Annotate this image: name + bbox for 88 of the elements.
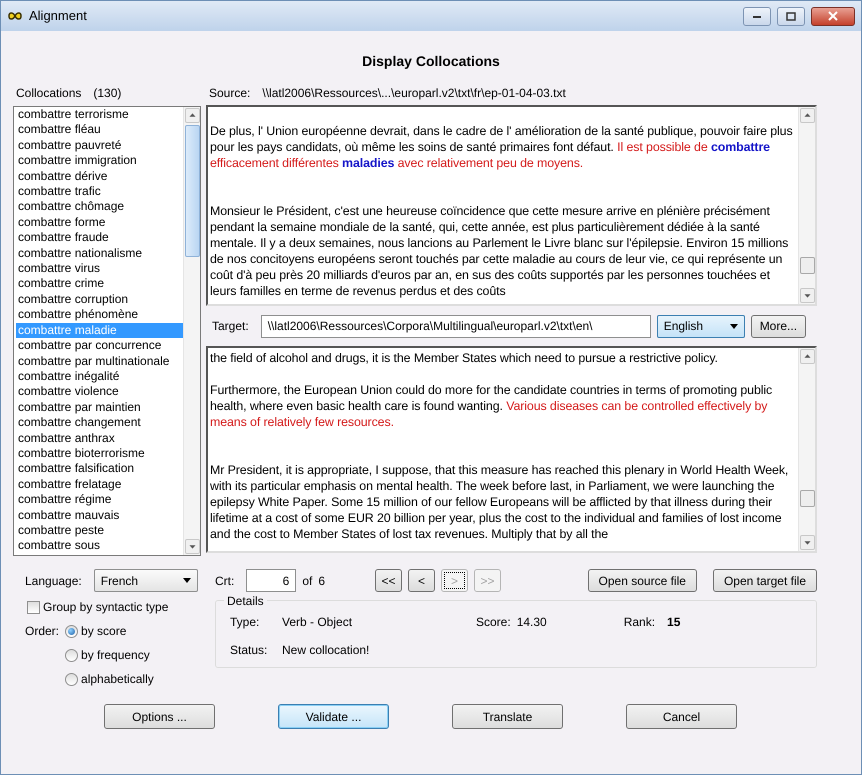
collocation-item[interactable]: combattre crime	[16, 276, 183, 292]
collocations-count: (130)	[93, 85, 122, 102]
dialog-heading: Display Collocations	[361, 52, 501, 71]
scroll-up-icon[interactable]	[800, 108, 815, 123]
dialog-button[interactable]: Validate ...	[278, 704, 389, 729]
rank-label: Rank:	[624, 614, 656, 631]
scroll-down-icon[interactable]	[185, 539, 200, 554]
scroll-up-icon[interactable]	[185, 108, 200, 123]
scrollbar-thumb[interactable]	[800, 490, 815, 507]
collocation-item[interactable]: combattre fraude	[16, 230, 183, 246]
collocation-item[interactable]: combattre pauvreté	[16, 138, 183, 154]
scroll-down-icon[interactable]	[800, 535, 815, 550]
collocation-item[interactable]: combattre phénomène	[16, 307, 183, 323]
collocation-item[interactable]: combattre immigration	[16, 153, 183, 169]
collocations-label: Collocations	[16, 85, 82, 102]
maximize-icon	[786, 12, 796, 20]
maximize-button[interactable]	[777, 6, 805, 26]
collocation-item[interactable]: combattre trafic	[16, 184, 183, 200]
open-file-button[interactable]: Open source file	[588, 569, 697, 592]
language-dropdown[interactable]: French	[94, 569, 198, 592]
paragraph: De plus, l' Union européenne devrait, dans le cadre de l' amélioration de la santé publique, pouvoir faire plus pour les pays candidats, où même les soins de santé primaires font défaut. Il est possible de combattre efficacement différentes maladies avec relativement peu de moyens.	[210, 123, 794, 171]
collocation-item[interactable]: combattre chômage	[16, 199, 183, 215]
paragraph: the field of alcohol and drugs, it is the Member States which need to pursue a restrictive policy.	[210, 350, 719, 366]
close-button[interactable]	[811, 6, 855, 26]
collocation-item[interactable]: combattre dérive	[16, 168, 183, 184]
collocation-item[interactable]: combattre terrorisme	[16, 107, 183, 122]
collocation-item[interactable]: combattre virus	[16, 261, 183, 276]
dialog-button[interactable]: Options ...	[104, 704, 215, 729]
status-label: Status:	[230, 642, 268, 659]
status-value: New collocation!	[282, 642, 370, 659]
collocation-item[interactable]: combattre sous	[16, 538, 183, 554]
caret-icon	[182, 578, 191, 583]
collocation-item[interactable]: combattre nationalisme	[16, 246, 183, 262]
collocation-item[interactable]: combattre changement	[16, 415, 183, 431]
source-label: Source:	[209, 85, 250, 102]
collocation-item[interactable]: combattre anthrax	[16, 430, 183, 446]
collocation-item[interactable]: combattre par multinationale	[16, 354, 183, 369]
collocation-item[interactable]: combattre inégalité	[16, 368, 183, 384]
collocation-item[interactable]: combattre par concurrence	[16, 338, 183, 354]
minimize-icon	[752, 13, 762, 19]
scrollbar-thumb[interactable]	[800, 257, 815, 274]
paragraph: Monsieur le Président, c'est une heureuse coïncidence que cette mesure arrive en plénière précisément pendant la semaine mondiale de la santé, qui, cette année, est plus particulièrement dédiée à la santé mentale. Il y a deux semaines, nous lancions au Parlement le Livre blanc sur l'épilepsie. Environ 15 millions de nos concitoyens européens seront touchés par cette maladie au cours de leur vie, ce qui représente un coût d'à peu près 20 milliards d'euros par an, en sus des coûts supportés par les personnes touchées et leurs familles en terme de revenus perdus et des coûts	[210, 203, 790, 299]
collocations-list[interactable]	[13, 106, 201, 556]
minimize-button[interactable]	[743, 6, 771, 26]
collocation-item[interactable]: combattre corruption	[16, 292, 183, 308]
collocation-item[interactable]: combattre frelatage	[16, 476, 183, 492]
scroll-down-icon[interactable]	[800, 288, 815, 303]
source-path: \\latl2006\Ressources\...\europarl.v2\txt\fr\ep-01-04-03.txt	[262, 85, 566, 102]
scroll-up-icon[interactable]	[800, 349, 815, 364]
dialog-button[interactable]: Translate	[452, 704, 563, 729]
target-language-dropdown[interactable]: English	[656, 314, 745, 338]
dialog-button[interactable]: Cancel	[626, 704, 737, 729]
collocation-item[interactable]: combattre violence	[16, 384, 183, 400]
language-label: Language:	[25, 572, 82, 590]
score-value: 14.30	[516, 614, 548, 631]
collocation-item[interactable]: combattre fléau	[16, 122, 183, 138]
rank-value: 15	[667, 614, 680, 631]
collocation-item[interactable]: combattre par maintien	[16, 400, 183, 416]
order-label: Order:	[25, 623, 60, 640]
group-by-checkbox[interactable]: Group by syntactic type	[27, 598, 201, 616]
of-label: of	[302, 572, 312, 590]
collocation-item[interactable]: combattre bioterrorisme	[16, 446, 183, 462]
target-path-field[interactable]: \\latl2006\Ressources\Corpora\Multilingual\europarl.v2\txt\en\	[260, 314, 651, 338]
score-label: Score:	[476, 614, 511, 631]
collocation-item[interactable]: combattre mauvais	[16, 508, 183, 523]
collocation-item[interactable]: combattre forme	[16, 214, 183, 230]
paragraph: Mr President, it is appropriate, I suppose, that this measure has reached this plenary in World Health Week, with its particular emphasis on mental health. The week before last, in Parliament, we were launching the epilepsy White Paper. Some 15 million of our fellow Europeans will be afflicted by that illness during their lifetime at a cost of some EUR 20 billion per year, plus the cost to the individual and families of lost income and the cost to Member States of lost tax revenues. Multiply that by all the	[210, 462, 790, 542]
collocation-item[interactable]: combattre peste	[16, 522, 183, 538]
navigation-button[interactable]: <<	[375, 569, 402, 592]
more-button[interactable]: More...	[750, 314, 806, 338]
open-file-button[interactable]: Open target file	[712, 569, 817, 592]
navigation-button[interactable]: <	[408, 569, 436, 592]
collocation-item[interactable]: combattre régime	[16, 492, 183, 508]
window-title: Alignment	[29, 7, 87, 26]
scrollbar-thumb[interactable]	[185, 125, 200, 257]
crt-label: Crt:	[215, 572, 234, 590]
type-label: Type:	[230, 614, 260, 631]
order-radio[interactable]: by frequency	[65, 646, 154, 664]
paragraph: Furthermore, the European Union could do more for the candidate countries in terms of promoting public health, where even basic health care is found wanting. Various diseases can be controlled effectively by means of relatively few resources.	[210, 382, 774, 430]
collocation-item[interactable]: combattre falsification	[16, 461, 183, 477]
order-radio[interactable]: alphabetically	[65, 670, 154, 688]
order-radio[interactable]: by score	[65, 622, 154, 640]
crt-field[interactable]: 6	[246, 569, 296, 592]
target-label: Target:	[212, 318, 249, 335]
type-value: Verb - Object	[282, 614, 354, 631]
crt-total: 6	[318, 572, 326, 590]
caret-icon	[730, 324, 738, 328]
close-icon	[827, 11, 839, 21]
